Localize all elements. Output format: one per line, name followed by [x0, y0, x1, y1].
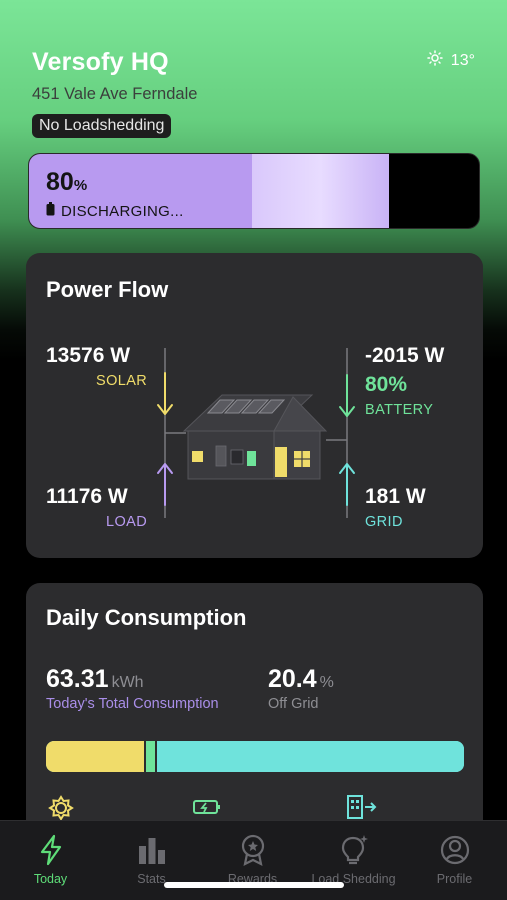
tab-rewards[interactable]: Rewards — [202, 821, 303, 900]
site-title: Versofy HQ — [32, 48, 169, 76]
battery-arrow — [339, 374, 355, 417]
total-consumption-unit: kWh — [111, 674, 144, 691]
total-consumption: 63.31 kWh — [46, 665, 144, 694]
total-consumption-label: Today's Total Consumption — [46, 696, 219, 712]
lightbulb-icon — [341, 835, 368, 865]
user-circle-icon — [440, 835, 469, 865]
award-icon — [241, 834, 264, 866]
daily-consumption-card[interactable]: Daily Consumption 63.31 kWh Today's Total… — [26, 583, 483, 843]
weather-widget[interactable]: 13° — [427, 50, 475, 71]
tab-stats-label: Stats — [137, 872, 166, 886]
home-indicator — [164, 882, 344, 888]
power-flow-card[interactable]: Power Flow 13576 W SOLAR -2015 W 80% BAT… — [26, 253, 483, 558]
consumption-breakdown-bar[interactable] — [46, 741, 464, 772]
temperature: 13° — [450, 51, 475, 69]
tab-load-shedding[interactable]: Load Shedding — [303, 821, 404, 900]
bolt-icon — [40, 834, 61, 866]
daily-consumption-title: Daily Consumption — [46, 605, 247, 630]
site-header: Versofy HQ 451 Vale Ave Ferndale No Load… — [32, 48, 482, 138]
power-flow-diagram — [157, 348, 355, 518]
off-grid-label: Off Grid — [268, 696, 319, 712]
consumption-segment-solar — [46, 741, 145, 772]
sun-icon — [427, 50, 443, 71]
battery-fill-highlight — [252, 154, 389, 228]
battery-percent-value: 80 — [46, 168, 74, 196]
tab-profile[interactable]: Profile — [404, 821, 505, 900]
load-arrow — [157, 463, 173, 506]
grid-arrow — [339, 463, 355, 506]
battery-status: DISCHARGING... — [46, 202, 184, 220]
tab-stats[interactable]: Stats — [101, 821, 202, 900]
off-grid: 20.4% — [268, 665, 334, 694]
battery-status-text: DISCHARGING... — [61, 202, 184, 220]
tab-today[interactable]: Today — [0, 821, 101, 900]
consumption-segment-grid — [154, 741, 464, 772]
off-grid-value: 20.4 — [268, 665, 317, 693]
battery-percent-unit: % — [73, 177, 88, 194]
tab-profile-label: Profile — [436, 872, 473, 886]
tab-today-label: Today — [33, 872, 68, 886]
site-address: 451 Vale Ave Ferndale — [32, 85, 198, 103]
battery-percent: 80% — [46, 168, 87, 197]
consumption-segment-battery — [144, 741, 155, 772]
house-illustration — [182, 394, 328, 480]
bar-chart-icon — [138, 838, 165, 864]
battery-icon — [46, 202, 55, 220]
tab-bar: Today Stats Rewards Load Shedding Profil… — [0, 820, 507, 900]
off-grid-unit: % — [319, 674, 334, 691]
battery-charging-icon — [192, 797, 222, 822]
solar-arrow — [157, 372, 173, 415]
battery-level-bar[interactable]: 80% DISCHARGING... — [28, 153, 480, 229]
loadshedding-status-badge[interactable]: No Loadshedding — [32, 114, 172, 138]
total-consumption-value: 63.31 — [46, 665, 109, 693]
